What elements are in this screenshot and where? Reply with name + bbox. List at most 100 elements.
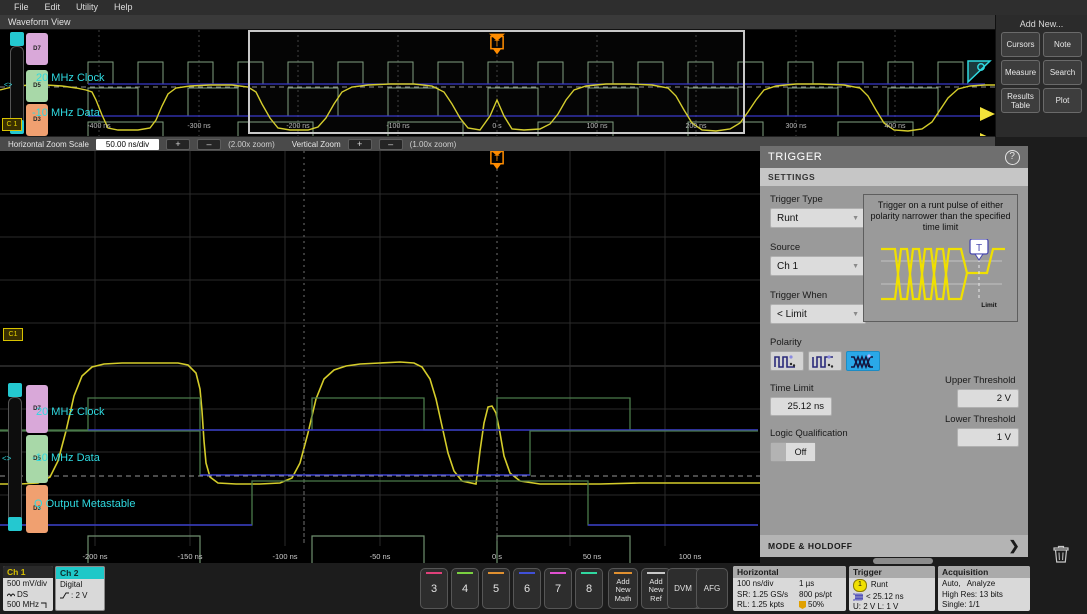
- source-value: Ch 1: [777, 260, 799, 272]
- vertical-zoom-plus-button[interactable]: +: [347, 138, 372, 150]
- polarity-either-runt-button[interactable]: [846, 351, 880, 371]
- channel-6-button[interactable]: 6: [513, 568, 541, 609]
- upper-threshold-input[interactable]: 2 V: [957, 389, 1019, 408]
- menu-item-file[interactable]: File: [6, 0, 37, 15]
- lower-threshold-label: Lower Threshold: [945, 414, 1016, 425]
- main-tick: 0 s: [491, 552, 503, 561]
- polarity-negative-runt-button[interactable]: [808, 351, 842, 371]
- horizontal-badge[interactable]: Horizontal 100 ns/div 1 µs SR: 1.25 GS/s…: [733, 566, 846, 611]
- logic-qualification-value: Off: [786, 443, 815, 461]
- bottom-status-bar: Ch 1 500 mV/div DS 500 MHz Ch 2 Digital …: [0, 563, 1087, 614]
- chevron-down-icon: ▼: [852, 310, 859, 318]
- channel-1-badge[interactable]: Ch 1 500 mV/div DS 500 MHz: [3, 566, 53, 611]
- overview-waveform-area[interactable]: -400 ns -300 ns -200 ns -100 ns 0 s 100 …: [0, 30, 995, 136]
- svg-text:Limit: Limit: [981, 302, 997, 309]
- main-c2-indicator: <>: [2, 454, 12, 463]
- menu-item-utility[interactable]: Utility: [68, 0, 106, 15]
- overview-tick: 0 s: [492, 123, 502, 130]
- main-waveform-area[interactable]: D7 D5 D3 <> 20 MHz Clock -10 MHz Data Q …: [0, 151, 760, 563]
- channel-7-label: 7: [554, 582, 562, 595]
- polarity-positive-runt-button[interactable]: [770, 351, 804, 371]
- ref-color-strip: [647, 572, 665, 574]
- dvm-button[interactable]: DVM: [667, 568, 699, 609]
- acquisition-badge[interactable]: Acquisition Auto, Analyze High Res: 13 b…: [938, 566, 1030, 611]
- add-search-button[interactable]: Search: [1043, 60, 1082, 85]
- trigger-panel: TRIGGER ? SETTINGS Trigger on a runt pul…: [760, 146, 1028, 557]
- main-tick: -150 ns: [177, 552, 203, 561]
- trigger-illustration-graphic: T Limit: [881, 238, 1005, 309]
- channel-4-button[interactable]: 4: [451, 568, 479, 609]
- acquisition-resolution: High Res: 13 bits: [942, 589, 1003, 599]
- afg-button[interactable]: AFG: [696, 568, 728, 609]
- overview-tick: 400 ns: [884, 123, 906, 130]
- main-c1-marker[interactable]: C1: [3, 328, 23, 341]
- main-label-data: -10 MHz Data: [32, 452, 100, 464]
- add-measure-button[interactable]: Measure: [1001, 60, 1040, 85]
- svg-text:T: T: [494, 38, 499, 48]
- overview-tick: 100 ns: [586, 123, 608, 130]
- vertical-zoom-minus-button[interactable]: –: [378, 138, 403, 150]
- trigger-badge-title: Trigger: [849, 566, 935, 578]
- chevron-down-icon: ▼: [852, 214, 859, 222]
- horizontal-zoom-value-input[interactable]: 50.00 ns/div: [95, 138, 160, 150]
- trigger-when-dropdown[interactable]: < Limit ▼: [770, 304, 866, 324]
- overview-chip-d7[interactable]: D7: [26, 33, 48, 65]
- channel-1-scale: 500 mV/div: [7, 579, 48, 588]
- horizontal-sample-rate: SR: 1.25 GS/s: [737, 589, 789, 599]
- channel-8-color-strip: [581, 572, 597, 574]
- main-handle-bottom-icon[interactable]: [8, 517, 22, 531]
- svg-text:T: T: [494, 153, 499, 163]
- channel-7-button[interactable]: 7: [544, 568, 572, 609]
- main-tick: -50 ns: [369, 552, 391, 561]
- overview-tick: 200 ns: [685, 123, 707, 130]
- source-dropdown[interactable]: Ch 1 ▼: [770, 256, 866, 276]
- toggle-knob: [771, 443, 786, 461]
- add-cursors-button[interactable]: Cursors: [1001, 32, 1040, 57]
- main-tick: -200 ns: [82, 552, 108, 561]
- panel-scroll-handle[interactable]: [873, 558, 933, 564]
- horizontal-record-length: RL: 1.25 kpts: [737, 600, 785, 609]
- channel-5-color-strip: [488, 572, 504, 574]
- main-trigger-marker-icon[interactable]: T: [489, 151, 505, 170]
- channel-8-button[interactable]: 8: [575, 568, 603, 609]
- add-plot-button[interactable]: Plot: [1043, 88, 1082, 113]
- trigger-badge[interactable]: Trigger 1 Runt < 25.12 ns U: 2 V L: 1 V: [849, 566, 935, 611]
- positive-runt-icon: [774, 354, 796, 368]
- overview-handle-icon[interactable]: [10, 32, 24, 46]
- menu-item-edit[interactable]: Edit: [37, 0, 69, 15]
- horizontal-span: 1 µs: [799, 579, 815, 588]
- channel-5-button[interactable]: 5: [482, 568, 510, 609]
- add-results-table-button[interactable]: Results Table: [1001, 88, 1040, 113]
- lower-threshold-input[interactable]: 1 V: [957, 428, 1019, 447]
- trigger-illustration: Trigger on a runt pulse of either polari…: [863, 194, 1018, 322]
- main-time-axis: -200 ns -150 ns -100 ns -50 ns 0 s 50 ns…: [0, 545, 760, 563]
- add-new-math-button[interactable]: Add New Math: [608, 568, 638, 609]
- help-icon[interactable]: ?: [1005, 149, 1020, 165]
- horizontal-zoom-factor: (2.00x zoom): [228, 139, 275, 149]
- add-note-button[interactable]: Note: [1043, 32, 1082, 57]
- trash-icon[interactable]: [1050, 543, 1072, 565]
- time-limit-input[interactable]: 25.12 ns: [770, 397, 832, 416]
- logic-qualification-toggle[interactable]: Off: [770, 442, 816, 462]
- mode-holdoff-section[interactable]: MODE & HOLDOFF ❯: [760, 535, 1028, 557]
- menu-item-help[interactable]: Help: [106, 0, 141, 15]
- channel-2-badge[interactable]: Ch 2 Digital : 2 V: [55, 566, 105, 611]
- horizontal-zoom-minus-button[interactable]: –: [197, 138, 222, 150]
- channel-6-label: 6: [523, 582, 531, 595]
- channel-4-color-strip: [457, 572, 473, 574]
- either-runt-icon: [851, 353, 873, 369]
- vertical-zoom-factor: (1.00x zoom): [409, 139, 457, 149]
- overview-trigger-marker-icon[interactable]: T: [489, 33, 505, 55]
- trigger-type-dropdown[interactable]: Runt ▼: [770, 208, 866, 228]
- trigger-badge-condition: < 25.12 ns: [866, 591, 904, 601]
- main-handle-top-icon[interactable]: [8, 383, 22, 397]
- channel-2-name: Ch 2: [56, 567, 104, 579]
- trigger-badge-thresholds: U: 2 V L: 1 V: [853, 602, 899, 611]
- trigger-panel-title-text: TRIGGER: [768, 151, 823, 163]
- horizontal-zoom-plus-button[interactable]: +: [166, 138, 191, 150]
- channel-3-button[interactable]: 3: [420, 568, 448, 609]
- horizontal-details: 100 ns/div 1 µs SR: 1.25 GS/s 800 ps/pt …: [733, 578, 846, 611]
- overview-c1-marker[interactable]: C 1: [2, 118, 22, 131]
- trigger-settings-tab[interactable]: SETTINGS: [760, 168, 1028, 186]
- overview-tick: -300 ns: [187, 123, 211, 130]
